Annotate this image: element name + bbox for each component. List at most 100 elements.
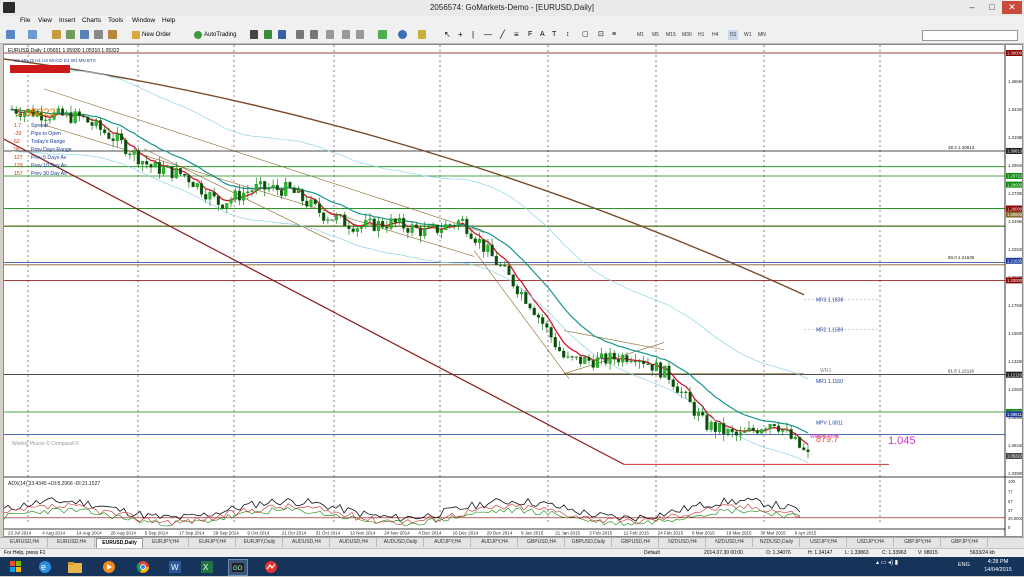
metatrader-taskbar-icon[interactable]: GO <box>228 559 248 576</box>
chart-tab[interactable]: EURUSD,Daily <box>96 538 143 548</box>
chart-tab[interactable]: GBPUSD,H4 <box>613 538 659 547</box>
new-order-button[interactable]: New Order <box>142 30 171 40</box>
chart-tab[interactable]: EURJPY,H4 <box>190 538 236 547</box>
chart-tab[interactable]: AUDUSD,H4 <box>284 538 330 547</box>
data-window-icon[interactable] <box>66 30 75 39</box>
chart-tab[interactable]: AUDUSD,H4 <box>331 538 377 547</box>
new-chart-icon[interactable] <box>6 30 15 39</box>
info-value: 62 <box>14 139 20 145</box>
market-watch-icon[interactable] <box>52 30 61 39</box>
chrome-icon[interactable] <box>134 559 152 574</box>
channel-icon[interactable]: ≡ <box>514 30 519 40</box>
candle-body <box>557 346 562 352</box>
candle-body <box>195 183 199 188</box>
tray-icons[interactable]: ▴ ▭ ◂) ▮ <box>876 559 898 566</box>
candle-body <box>128 153 132 155</box>
chart-tab[interactable]: AUDUSD,Daily <box>378 538 424 547</box>
timeframe-h1[interactable]: H1 <box>698 30 704 40</box>
chart-tab[interactable]: GBPJPY,H4 <box>895 538 941 547</box>
price-tag-label: 1.26000 <box>1007 206 1022 211</box>
menu-view[interactable]: View <box>38 17 52 24</box>
shapes-icon[interactable]: ▢ <box>582 30 589 40</box>
periods-icon[interactable] <box>398 30 407 39</box>
chart-tab[interactable]: GBPUSD,H4 <box>519 538 565 547</box>
timeframe-d1[interactable]: D1 <box>728 30 739 40</box>
terminal-icon[interactable] <box>94 30 103 39</box>
close-icon[interactable]: ✕ <box>1002 1 1022 14</box>
chart-tab[interactable]: GBPJPY,H4 <box>942 538 988 547</box>
fibonacci-icon[interactable]: F <box>528 30 532 40</box>
timeframe-h4[interactable]: H4 <box>712 30 718 40</box>
candle-body <box>242 192 246 201</box>
excel-icon[interactable]: X <box>198 559 216 574</box>
price-axis-label: 1.22620 <box>1008 247 1022 252</box>
tester-icon[interactable] <box>108 30 117 39</box>
start-button[interactable] <box>6 559 24 574</box>
maximize-icon[interactable]: □ <box>984 1 1000 14</box>
word-icon[interactable]: W <box>166 559 184 574</box>
indicators-icon[interactable] <box>378 30 387 39</box>
label-tool-icon[interactable]: T <box>552 30 556 40</box>
timeframe-m30[interactable]: M30 <box>682 30 692 40</box>
menu-help[interactable]: Help <box>162 17 175 24</box>
crosshair-icon[interactable]: + <box>458 30 463 40</box>
profiles-icon[interactable] <box>28 30 37 39</box>
menu-charts[interactable]: Charts <box>82 17 101 24</box>
search-input[interactable] <box>922 30 1018 41</box>
candlestick-icon[interactable] <box>264 30 272 39</box>
autotrading-button[interactable]: AutoTrading <box>204 30 236 40</box>
horizontal-line-icon[interactable]: — <box>484 30 492 40</box>
templates-icon[interactable] <box>418 30 426 39</box>
chart-tab[interactable]: NZDUSD,H4 <box>707 538 753 547</box>
timeframe-mn[interactable]: MN <box>758 30 766 40</box>
chart-tab[interactable]: NZDUSD,Daily <box>754 538 800 547</box>
tile-windows-icon[interactable] <box>326 30 334 39</box>
ie-icon[interactable]: e <box>36 559 54 574</box>
vertical-line-icon[interactable]: | <box>472 30 474 40</box>
chart-tab[interactable]: AUDJPY,H4 <box>425 538 471 547</box>
timeframe-m5[interactable]: M5 <box>652 30 659 40</box>
chart-shift-icon[interactable] <box>342 30 350 39</box>
arrows-icon[interactable]: ↕ <box>566 30 570 40</box>
autoscroll-icon[interactable] <box>356 30 364 39</box>
candle-body <box>650 363 654 371</box>
trading-app-icon[interactable] <box>262 559 280 574</box>
chart-tab[interactable]: EURJPY,Daily <box>237 538 283 547</box>
menu-tools[interactable]: Tools <box>108 17 123 24</box>
cursor-icon[interactable]: ↖ <box>444 30 451 40</box>
bar-chart-icon[interactable] <box>250 30 258 39</box>
chart-tab[interactable]: GBPUSD,Daily <box>566 538 612 547</box>
candle-body <box>82 115 86 118</box>
chart-tab[interactable]: NZDUSD,H4 <box>660 538 706 547</box>
text-tool-icon[interactable]: A <box>540 30 545 40</box>
menu-insert[interactable]: Insert <box>59 17 75 24</box>
price-chart[interactable]: 1.39000 1.36660 1.34320 1.31980 1.29640 1.273… <box>4 45 1022 536</box>
chart-tab[interactable]: AUDJPY,H4 <box>472 538 518 547</box>
objects-icon[interactable]: ≡ <box>612 30 616 40</box>
system-clock[interactable]: 4:28 PM 14/04/2015 <box>978 558 1018 574</box>
line-chart-icon[interactable] <box>278 30 286 39</box>
candle-body <box>153 161 157 168</box>
language-indicator[interactable]: ENG <box>958 562 970 568</box>
chart-tab[interactable]: EURJPY,H4 <box>143 538 189 547</box>
menu-file[interactable]: File <box>20 17 30 24</box>
timeframe-m15[interactable]: M15 <box>666 30 676 40</box>
zoom-out-icon[interactable] <box>310 30 318 39</box>
explorer-icon[interactable] <box>66 559 84 574</box>
timeframe-w1[interactable]: W1 <box>744 30 752 40</box>
navigator-icon[interactable] <box>80 30 89 39</box>
menu-window[interactable]: Window <box>132 17 155 24</box>
price-tag-label: 1.20000 <box>1007 278 1022 283</box>
zoom-in-icon[interactable] <box>296 30 304 39</box>
media-player-icon[interactable] <box>100 559 118 574</box>
timeframe-m1[interactable]: M1 <box>637 30 644 40</box>
toolbar: New Order AutoTrading ↖ + | — ╱ ≡ F A T … <box>0 27 1024 44</box>
chart-tab[interactable]: USDJPY,H4 <box>801 538 847 547</box>
chart-window[interactable]: 1.39000 1.36660 1.34320 1.31980 1.29640 1.273… <box>3 44 1023 537</box>
chart-tab[interactable]: EURUSD,H4 <box>2 538 48 547</box>
more-tools-icon[interactable]: ⊡ <box>598 30 604 40</box>
minimize-icon[interactable]: – <box>964 1 980 14</box>
chart-tab[interactable]: USDJPY,H4 <box>848 538 894 547</box>
chart-tab[interactable]: EURUSD,H4 <box>49 538 95 547</box>
trendline-icon[interactable]: ╱ <box>500 30 505 40</box>
